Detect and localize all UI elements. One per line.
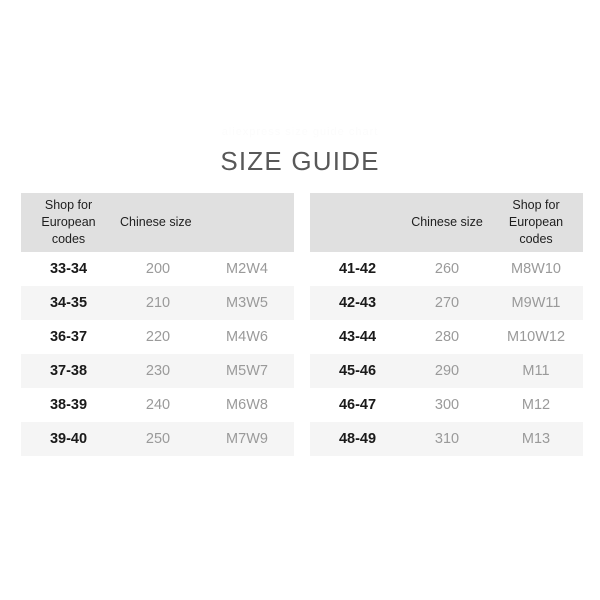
cell-chinese-size: 280 [434, 328, 460, 345]
table-row: 39-40 250 M7W9 [21, 421, 294, 456]
cell-european-code: 38-39 [49, 396, 88, 413]
cell-chinese-size: 200 [145, 260, 171, 277]
cell-european-code: 48-49 [338, 430, 377, 447]
page-title: SIZE GUIDE [220, 146, 380, 176]
cell-european-code: 37-38 [49, 362, 88, 379]
table-row: 37-38 230 M5W7 [21, 353, 294, 388]
cell-european-code: 42-43 [338, 294, 377, 311]
cell-shoe-code: M4W6 [226, 328, 268, 345]
cell-shoe-code: M5W7 [226, 362, 268, 379]
cell-chinese-size: 310 [434, 430, 460, 447]
cell-shoe-code: M10W12 [506, 328, 566, 345]
cell-shoe-code: M11 [522, 362, 550, 379]
cell-european-code: 45-46 [338, 362, 377, 379]
cell-shoe-code: M6W8 [226, 396, 268, 413]
header-chinese-size: Chinese size [116, 193, 200, 252]
cell-shoe-code: M7W9 [226, 430, 268, 447]
header-european-codes: Shop for European codes [489, 193, 583, 252]
cell-chinese-size: 230 [145, 362, 171, 379]
table-row: 45-46 290 M11 [310, 353, 583, 388]
table-row: 34-35 210 M3W5 [21, 285, 294, 320]
cell-european-code: 39-40 [49, 430, 88, 447]
cell-shoe-code: M8W10 [511, 260, 561, 277]
table-row: 46-47 300 M12 [310, 387, 583, 422]
header-chinese-size: Chinese size [405, 193, 489, 252]
cell-shoe-code: M3W5 [226, 294, 268, 311]
table-body-left: 33-34 200 M2W4 34-35 210 M3W5 36-37 220 … [21, 251, 294, 456]
size-guide-page: aliexpress size guide chart SIZE GUIDE S… [0, 0, 600, 600]
table-row: 36-37 220 M4W6 [21, 319, 294, 354]
table-row: 42-43 270 M9W11 [310, 285, 583, 320]
cell-chinese-size: 270 [434, 294, 460, 311]
header-shoe-code [200, 193, 294, 252]
cell-shoe-code: M9W11 [511, 294, 561, 311]
cell-chinese-size: 260 [434, 260, 460, 277]
background-watermark: aliexpress size guide chart [221, 126, 379, 138]
table-row: 43-44 280 M10W12 [310, 319, 583, 354]
table-row: 38-39 240 M6W8 [21, 387, 294, 422]
cell-chinese-size: 210 [145, 294, 171, 311]
table-row: 48-49 310 M13 [310, 421, 583, 456]
table-header-row: Shop for European codes Chinese size [21, 193, 294, 252]
cell-chinese-size: 290 [434, 362, 460, 379]
table-row: 41-42 260 M8W10 [310, 251, 583, 286]
cell-chinese-size: 240 [145, 396, 171, 413]
cell-european-code: 34-35 [49, 294, 88, 311]
cell-european-code: 36-37 [49, 328, 88, 345]
table-body-right: 41-42 260 M8W10 42-43 270 M9W11 43-44 28… [310, 251, 583, 456]
size-tables-container: Shop for European codes Chinese size 33-… [21, 193, 583, 456]
cell-chinese-size: 300 [434, 396, 460, 413]
cell-shoe-code: M2W4 [226, 260, 268, 277]
size-table-right: Chinese size Shop for European codes 41-… [310, 193, 583, 456]
header-european-codes: Shop for European codes [21, 193, 116, 252]
cell-shoe-code: M12 [521, 396, 551, 413]
cell-chinese-size: 220 [145, 328, 171, 345]
cell-european-code: 43-44 [338, 328, 377, 345]
header-european-codes-blank [310, 193, 405, 252]
cell-shoe-code: M13 [521, 430, 551, 447]
table-header-row: Chinese size Shop for European codes [310, 193, 583, 252]
cell-european-code: 41-42 [338, 260, 377, 277]
table-row: 33-34 200 M2W4 [21, 251, 294, 286]
size-table-left: Shop for European codes Chinese size 33-… [21, 193, 294, 456]
cell-european-code: 33-34 [49, 260, 88, 277]
cell-european-code: 46-47 [338, 396, 377, 413]
cell-chinese-size: 250 [145, 430, 171, 447]
